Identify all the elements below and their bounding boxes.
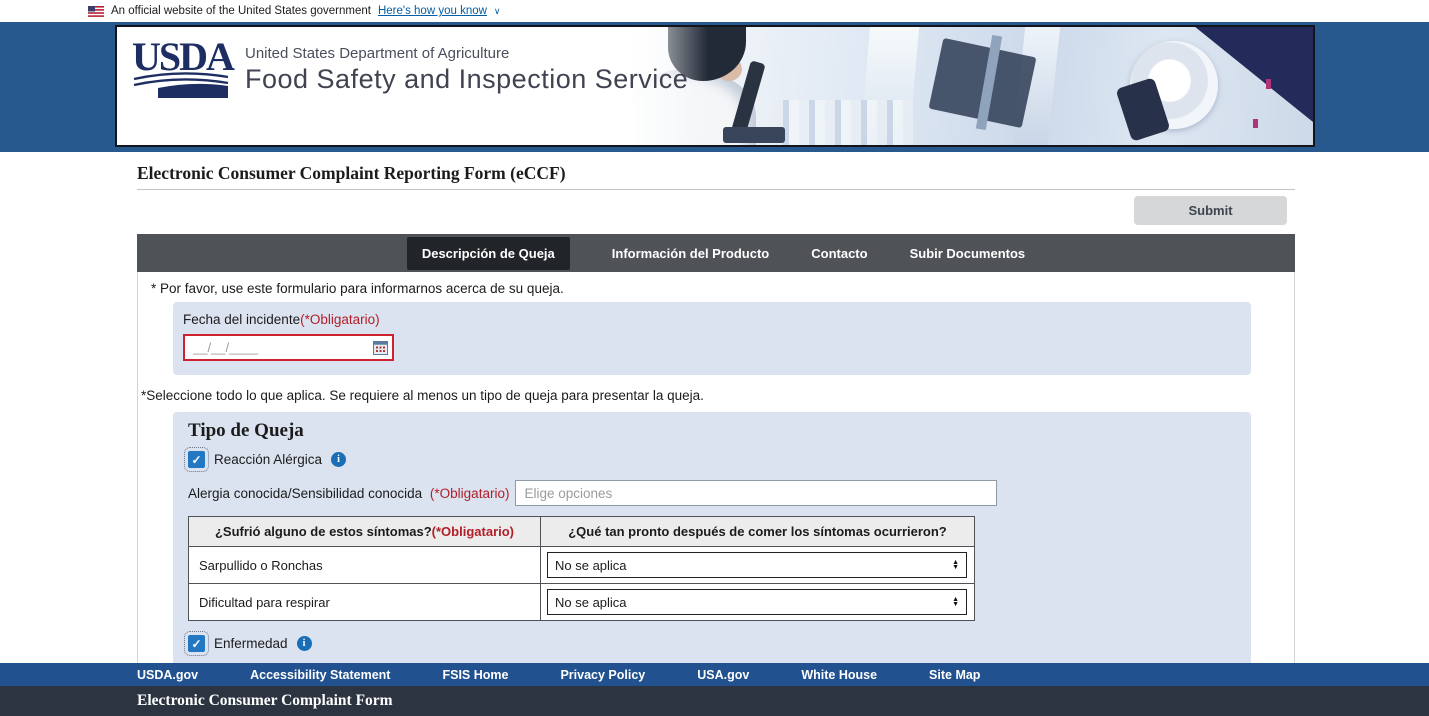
footer-link-usda-gov[interactable]: USDA.gov bbox=[137, 668, 198, 682]
footer-link-accessibility[interactable]: Accessibility Statement bbox=[250, 668, 390, 682]
footer-links-bar: USDA.gov Accessibility Statement FSIS Ho… bbox=[0, 663, 1429, 686]
footer: USDA.gov Accessibility Statement FSIS Ho… bbox=[0, 663, 1429, 716]
symptoms-col-header-text: ¿Sufrió alguno de estos síntomas? bbox=[214, 524, 432, 539]
allergy-symptoms-table: ¿Sufrió alguno de estos síntomas?(*Oblig… bbox=[188, 516, 975, 621]
tab-informacion-del-producto[interactable]: Información del Producto bbox=[612, 246, 769, 261]
heres-how-link[interactable]: Here's how you know bbox=[378, 5, 487, 17]
footer-link-privacy-policy[interactable]: Privacy Policy bbox=[560, 668, 645, 682]
footer-title-bar: Electronic Consumer Complaint Form bbox=[0, 686, 1429, 716]
incident-date-label-text: Fecha del incidente bbox=[183, 312, 301, 327]
lab-photo bbox=[613, 27, 1313, 145]
known-allergy-label-text: Alergia conocida/Sensibilidad conocida bbox=[188, 485, 423, 501]
form-intro: * Por favor, use este formulario para in… bbox=[151, 281, 564, 296]
header-band: USDA United States Department of Agricul… bbox=[0, 22, 1429, 152]
calendar-icon[interactable] bbox=[373, 340, 388, 358]
known-allergy-input[interactable] bbox=[515, 480, 998, 506]
table-row: Dificultad para respirar No se aplica ▲ ▼ bbox=[188, 583, 975, 621]
footer-link-site-map[interactable]: Site Map bbox=[929, 668, 980, 682]
tab-bar: Descripción de Queja Información del Pro… bbox=[137, 234, 1295, 272]
usda-logo-text: USDA bbox=[132, 34, 235, 79]
footer-link-white-house[interactable]: White House bbox=[801, 668, 877, 682]
tab-subir-documentos[interactable]: Subir Documentos bbox=[910, 246, 1026, 261]
illness-checkbox[interactable]: ✓ bbox=[184, 631, 209, 656]
agency-name: Food Safety and Inspection Service bbox=[245, 64, 689, 94]
gov-banner: An official website of the United States… bbox=[0, 0, 1429, 22]
known-allergy-label: Alergia conocida/Sensibilidad conocida (… bbox=[188, 486, 509, 501]
required-marker: (*Obligatario) bbox=[429, 485, 510, 501]
info-icon[interactable]: i bbox=[296, 636, 312, 651]
footer-title: Electronic Consumer Complaint Form bbox=[137, 692, 393, 709]
page-title: Electronic Consumer Complaint Reporting … bbox=[137, 163, 566, 183]
form-content: * Por favor, use este formulario para in… bbox=[137, 272, 1295, 716]
select-arrows-icon: ▲ ▼ bbox=[952, 558, 959, 571]
onset-col-header: ¿Qué tan pronto después de comer los sín… bbox=[540, 516, 975, 547]
select-arrows-icon: ▲ ▼ bbox=[952, 595, 959, 608]
symptom-cell: Dificultad para respirar bbox=[188, 583, 541, 621]
usda-logo: USDA bbox=[132, 34, 235, 99]
eccf-page: An official website of the United States… bbox=[0, 0, 1429, 716]
footer-link-fsis-home[interactable]: FSIS Home bbox=[442, 668, 508, 682]
select-value: No se aplica bbox=[555, 594, 627, 610]
symptoms-col-header: ¿Sufrió alguno de estos síntomas?(*Oblig… bbox=[188, 516, 541, 547]
onset-select-rash[interactable]: No se aplica ▲ ▼ bbox=[547, 552, 967, 578]
tab-contacto[interactable]: Contacto bbox=[811, 246, 867, 261]
usda-header: USDA United States Department of Agricul… bbox=[115, 25, 1315, 147]
us-flag-icon bbox=[88, 5, 104, 17]
gov-banner-text: An official website of the United States… bbox=[111, 5, 371, 17]
info-icon[interactable]: i bbox=[331, 452, 347, 467]
department-name: United States Department of Agriculture bbox=[245, 45, 510, 62]
table-row: Sarpullido o Ronchas No se aplica ▲ ▼ bbox=[188, 546, 975, 584]
required-marker: (*Obligatario) bbox=[300, 312, 380, 327]
footer-link-usa-gov[interactable]: USA.gov bbox=[697, 668, 749, 682]
incident-date-panel: Fecha del incidente(*Obligatario) bbox=[173, 302, 1251, 375]
illness-label: Enfermedad bbox=[214, 636, 288, 651]
required-marker: (*Obligatario) bbox=[431, 524, 515, 539]
incident-date-label: Fecha del incidente(*Obligatario) bbox=[183, 312, 1236, 327]
allergic-reaction-checkbox[interactable]: ✓ bbox=[184, 447, 209, 472]
allergic-reaction-label: Reacción Alérgica bbox=[214, 452, 323, 467]
onset-select-breathing[interactable]: No se aplica ▲ ▼ bbox=[547, 589, 967, 615]
complaint-type-heading: Tipo de Queja bbox=[188, 420, 304, 441]
chevron-down-icon: ∨ bbox=[493, 5, 501, 16]
agency-text: United States Department of Agriculture … bbox=[245, 45, 688, 95]
incident-date-input[interactable] bbox=[183, 334, 394, 361]
tab-descripcion-de-queja[interactable]: Descripción de Queja bbox=[406, 236, 570, 270]
submit-button[interactable]: Submit bbox=[1134, 196, 1287, 225]
symptom-cell: Sarpullido o Ronchas bbox=[188, 546, 541, 584]
select-all-note: *Seleccione todo lo que aplica. Se requi… bbox=[141, 388, 704, 403]
select-value: No se aplica bbox=[555, 557, 627, 573]
